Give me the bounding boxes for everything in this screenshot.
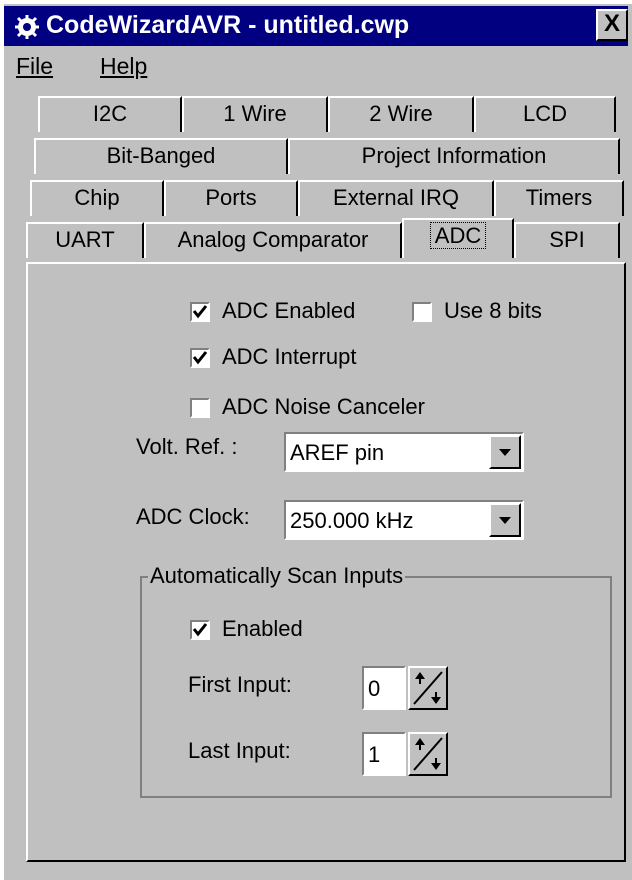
adc-enabled-label: ADC Enabled [222,298,356,323]
menu-bar: File Help [4,48,628,88]
last-input-field[interactable]: 1 [362,732,406,776]
tab-uart[interactable]: UART [26,222,144,258]
adc-enabled-checkbox[interactable] [190,302,210,322]
menu-file[interactable]: File [16,53,53,80]
tab-i2c-label: I2C [92,101,128,126]
tab-spi[interactable]: SPI [514,222,620,258]
tab-i2c[interactable]: I2C [38,96,182,132]
tab-project-information-label: Project Information [361,143,547,168]
adc-page: ADC Enabled Use 8 bits ADC Interrupt ADC… [26,262,626,862]
tab-bit-banged[interactable]: Bit-Banged [34,138,288,174]
tab-2-wire[interactable]: 2 Wire [328,96,474,132]
first-input-value: 0 [368,676,381,701]
first-input-label: First Input: [188,672,292,697]
check-icon [192,623,208,637]
menu-help-label: Help [100,53,148,79]
last-input-spin-button[interactable] [408,732,448,776]
tab-analog-comparator[interactable]: Analog Comparator [144,222,402,258]
spin-up-down-icon [413,737,443,771]
tab-analog-comparator-label: Analog Comparator [177,227,369,252]
scan-enabled-label: Enabled [222,616,303,641]
menu-file-label: File [16,53,54,79]
first-input-spin-button[interactable] [408,666,448,710]
title-bar[interactable]: CodeWizardAVR - untitled.cwp X [4,6,628,46]
auto-scan-groupbox: Automatically Scan Inputs Enabled First … [140,563,612,798]
adc-interrupt-label: ADC Interrupt [222,344,357,369]
tab-lcd[interactable]: LCD [474,96,616,132]
tab-2-wire-label: 2 Wire [369,101,433,126]
volt-ref-select[interactable]: AREF pin [284,432,524,472]
tab-spi-label: SPI [549,227,585,252]
adc-clock-label: ADC Clock: [136,504,250,529]
tab-chip-label: Chip [74,185,120,210]
volt-ref-dropdown-button[interactable] [489,435,521,469]
volt-ref-label: Volt. Ref. : [136,434,238,459]
scan-enabled-checkbox[interactable] [190,620,210,640]
adc-noise-canceler-label: ADC Noise Canceler [222,394,425,419]
tab-bit-banged-label: Bit-Banged [106,143,216,168]
check-icon [192,351,208,365]
spin-up-down-icon [413,671,443,705]
check-icon [192,305,208,319]
tab-chip[interactable]: Chip [30,180,164,216]
menu-help[interactable]: Help [100,53,147,80]
auto-scan-title: Automatically Scan Inputs [148,563,406,589]
tab-uart-label: UART [55,227,115,252]
chevron-down-icon [499,449,511,456]
tab-1-wire-label: 1 Wire [223,101,287,126]
tab-adc-label: ADC [429,222,487,249]
tab-lcd-label: LCD [522,101,567,126]
gear-icon [15,15,39,39]
adc-clock-select[interactable]: 250.000 kHz [284,500,524,540]
use-8-bits-checkbox[interactable] [412,302,432,322]
tab-timers[interactable]: Timers [494,180,624,216]
tab-ports-label: Ports [205,185,257,210]
last-input-value: 1 [368,742,381,767]
tab-adc[interactable]: ADC [402,218,514,258]
tab-external-irq-label: External IRQ [333,185,459,210]
first-input-field[interactable]: 0 [362,666,406,710]
last-input-label: Last Input: [188,738,291,763]
tab-ports[interactable]: Ports [164,180,298,216]
chevron-down-icon [499,517,511,524]
tab-project-information[interactable]: Project Information [288,138,620,174]
volt-ref-value: AREF pin [290,440,385,465]
use-8-bits-label: Use 8 bits [444,298,542,323]
window-title: CodeWizardAVR - untitled.cwp [46,11,410,39]
adc-clock-dropdown-button[interactable] [489,503,521,537]
close-button[interactable]: X [596,9,628,41]
adc-interrupt-checkbox[interactable] [190,348,210,368]
adc-clock-value: 250.000 kHz [290,508,414,533]
tab-timers-label: Timers [525,185,593,210]
tab-1-wire[interactable]: 1 Wire [182,96,328,132]
adc-noise-canceler-checkbox[interactable] [190,398,210,418]
tab-external-irq[interactable]: External IRQ [298,180,494,216]
